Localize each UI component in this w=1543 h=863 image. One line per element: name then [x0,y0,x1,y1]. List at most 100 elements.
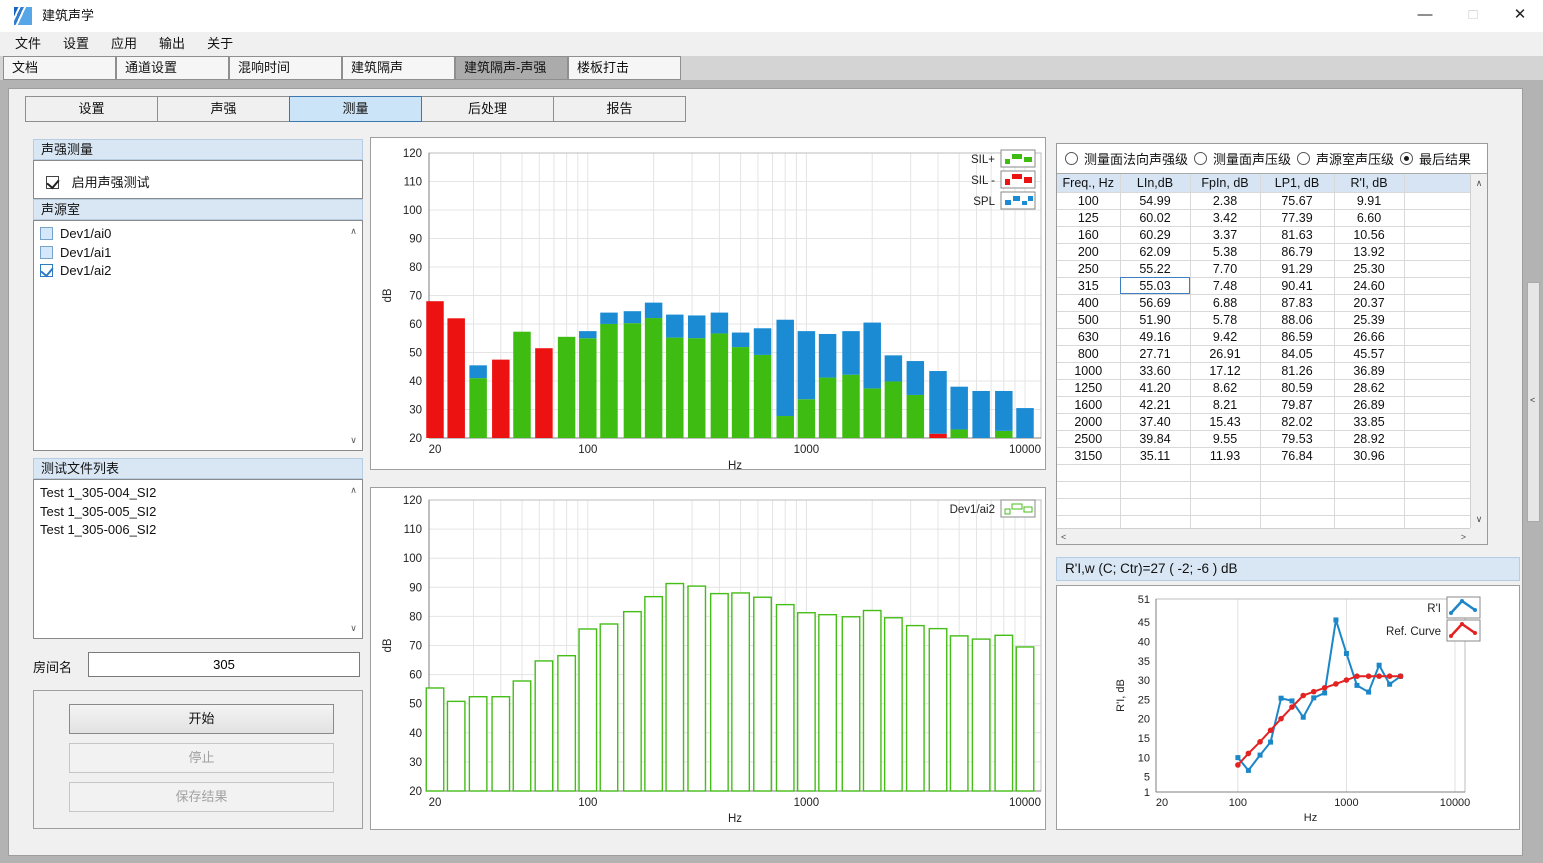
table-cell[interactable]: 100 [1057,192,1120,209]
table-cell[interactable]: 88.06 [1260,311,1334,328]
table-cell[interactable] [1404,447,1470,464]
table-header-1[interactable]: LIn,dB [1120,174,1190,192]
table-cell[interactable]: 1250 [1057,379,1120,396]
table-cell[interactable]: 3.37 [1190,226,1260,243]
table-cell[interactable]: 33.85 [1334,413,1404,430]
table-cell[interactable]: 79.53 [1260,430,1334,447]
subtab-0[interactable]: 设置 [25,96,158,122]
table-cell[interactable]: 800 [1057,345,1120,362]
scroll-down-icon[interactable]: ∨ [346,621,361,635]
table-cell[interactable]: 42.21 [1120,396,1190,413]
menu-item-2[interactable]: 应用 [100,32,148,56]
table-horizontal-scrollbar[interactable]: < > [1057,528,1470,544]
table-cell[interactable] [1404,396,1470,413]
table-cell[interactable]: 86.59 [1260,328,1334,345]
table-cell[interactable]: 7.70 [1190,260,1260,277]
table-cell[interactable]: 160 [1057,226,1120,243]
table-cell[interactable]: 250 [1057,260,1120,277]
enable-intensity-checkbox[interactable] [46,176,59,189]
table-header-0[interactable]: Freq., Hz [1057,174,1120,192]
menu-item-4[interactable]: 关于 [196,32,244,56]
result-view-radio-2[interactable]: 声源室声压级 [1297,149,1394,168]
subtab-3[interactable]: 后处理 [421,96,554,122]
tab-2[interactable]: 混响时间 [229,56,342,80]
table-cell[interactable]: 1600 [1057,396,1120,413]
scroll-up-icon[interactable]: ∧ [346,224,361,238]
table-cell[interactable]: 7.48 [1190,277,1260,294]
tab-0[interactable]: 文档 [3,56,116,80]
source-room-item-1[interactable]: Dev1/ai1 [34,244,362,263]
table-cell[interactable]: 39.84 [1120,430,1190,447]
menu-item-3[interactable]: 输出 [148,32,196,56]
table-cell[interactable]: 3150 [1057,447,1120,464]
table-cell[interactable] [1404,243,1470,260]
table-cell[interactable]: 11.93 [1190,447,1260,464]
table-cell[interactable]: 26.89 [1334,396,1404,413]
table-cell[interactable]: 17.12 [1190,362,1260,379]
table-cell[interactable] [1404,345,1470,362]
scroll-up-icon[interactable]: ∧ [346,483,361,497]
table-header-3[interactable]: LP1, dB [1260,174,1334,192]
table-cell[interactable]: 81.63 [1260,226,1334,243]
table-cell[interactable]: 9.42 [1190,328,1260,345]
channel-checkbox[interactable] [40,227,53,240]
table-cell[interactable]: 8.21 [1190,396,1260,413]
table-cell[interactable]: 500 [1057,311,1120,328]
table-cell[interactable] [1404,294,1470,311]
scroll-down-icon[interactable]: ∨ [1471,514,1487,525]
table-cell[interactable]: 60.02 [1120,209,1190,226]
test-file-item-0[interactable]: Test 1_305-004_SI2 [34,484,362,503]
table-cell[interactable]: 15.43 [1190,413,1260,430]
subtab-4[interactable]: 报告 [553,96,686,122]
table-cell[interactable]: 27.71 [1120,345,1190,362]
table-cell[interactable]: 315 [1057,277,1120,294]
table-cell[interactable] [1404,226,1470,243]
table-cell[interactable] [1404,379,1470,396]
table-cell[interactable]: 26.91 [1190,345,1260,362]
room-name-input[interactable] [88,652,360,677]
scroll-down-icon[interactable]: ∨ [346,433,361,447]
table-cell[interactable]: 2000 [1057,413,1120,430]
panel-splitter-handle[interactable]: < [1527,282,1540,522]
table-cell[interactable]: 9.55 [1190,430,1260,447]
tab-5[interactable]: 楼板打击 [568,56,681,80]
table-cell[interactable] [1404,209,1470,226]
table-cell[interactable]: 13.92 [1334,243,1404,260]
table-cell[interactable]: 49.16 [1120,328,1190,345]
menu-item-1[interactable]: 设置 [52,32,100,56]
table-cell[interactable]: 3.42 [1190,209,1260,226]
table-cell[interactable]: 82.02 [1260,413,1334,430]
table-cell[interactable]: 77.39 [1260,209,1334,226]
table-cell[interactable]: 9.91 [1334,192,1404,209]
table-cell[interactable]: 55.22 [1120,260,1190,277]
table-cell[interactable]: 1000 [1057,362,1120,379]
table-cell[interactable]: 75.67 [1260,192,1334,209]
table-cell[interactable]: 2.38 [1190,192,1260,209]
menu-item-0[interactable]: 文件 [4,32,52,56]
tab-4[interactable]: 建筑隔声-声强 [455,56,568,80]
table-cell[interactable]: 55.03 [1120,277,1190,294]
result-view-radio-1[interactable]: 测量面声压级 [1194,149,1291,168]
table-cell[interactable]: 28.92 [1334,430,1404,447]
table-cell[interactable] [1404,192,1470,209]
scroll-left-icon[interactable]: < [1061,532,1066,542]
table-cell[interactable]: 56.69 [1120,294,1190,311]
table-cell[interactable]: 87.83 [1260,294,1334,311]
table-header-2[interactable]: FpIn, dB [1190,174,1260,192]
table-cell[interactable]: 25.30 [1334,260,1404,277]
table-cell[interactable]: 36.89 [1334,362,1404,379]
action-button-0[interactable]: 开始 [69,704,334,734]
subtab-1[interactable]: 声强 [157,96,290,122]
source-room-item-0[interactable]: Dev1/ai0 [34,225,362,244]
table-cell[interactable] [1404,328,1470,345]
table-cell[interactable]: 400 [1057,294,1120,311]
table-cell[interactable]: 5.38 [1190,243,1260,260]
table-cell[interactable]: 26.66 [1334,328,1404,345]
close-button[interactable]: ✕ [1497,0,1543,32]
result-view-radio-3[interactable]: 最后结果 [1400,149,1471,168]
scroll-right-icon[interactable]: > [1461,532,1466,542]
table-cell[interactable]: 630 [1057,328,1120,345]
table-cell[interactable]: 2500 [1057,430,1120,447]
table-cell[interactable]: 25.39 [1334,311,1404,328]
table-cell[interactable]: 45.57 [1334,345,1404,362]
